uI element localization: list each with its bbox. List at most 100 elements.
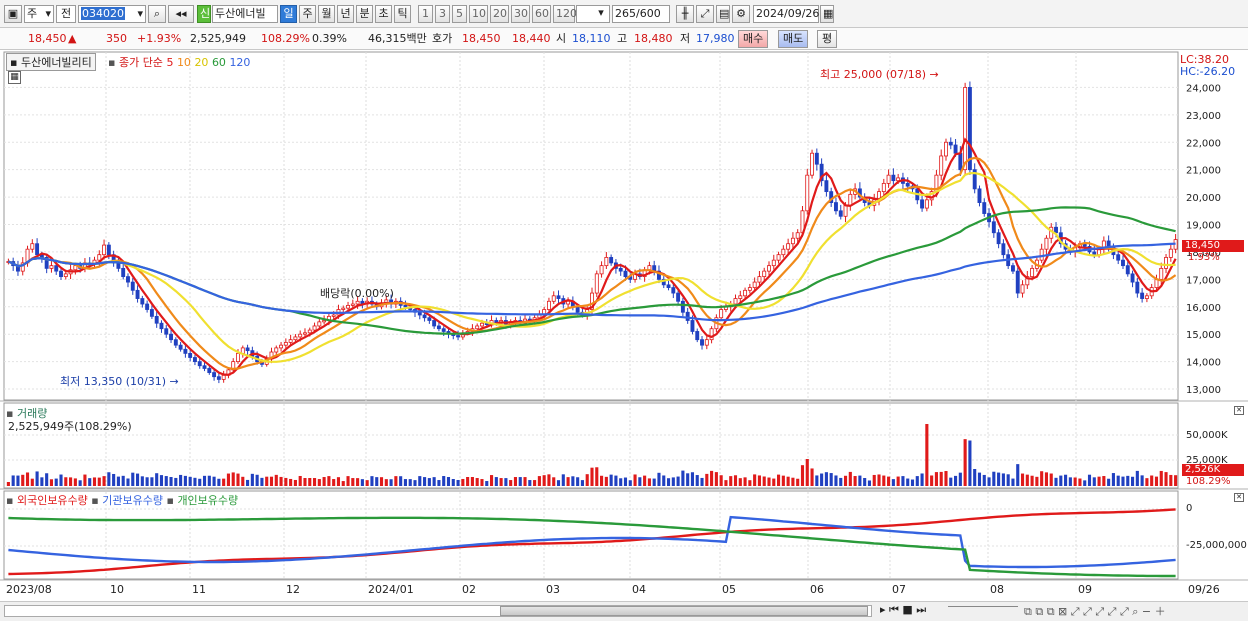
volume-bar xyxy=(241,476,245,486)
volume-bar xyxy=(169,477,173,486)
sell-button[interactable]: 매도 xyxy=(778,30,809,48)
code-input[interactable]: 034020 ▾ xyxy=(78,5,146,23)
zoom-slider[interactable] xyxy=(948,606,1018,609)
volume-bar xyxy=(1025,474,1029,486)
interval-button[interactable]: 3 xyxy=(435,5,450,23)
candle-body xyxy=(1159,267,1164,280)
interval-button[interactable]: 60 xyxy=(532,5,551,23)
volume-bar xyxy=(499,478,503,486)
period-button[interactable]: 주 xyxy=(299,5,316,23)
period-button[interactable]: 월 xyxy=(318,5,335,23)
candle-body xyxy=(891,174,896,182)
window-icon[interactable]: ▣ xyxy=(4,5,22,23)
candle-body xyxy=(322,320,327,323)
chart-area[interactable]: 24,000 23,000 22,000 21,000 20,000 19,000 18,0… xyxy=(0,50,1248,621)
save-icon[interactable]: ▤ xyxy=(716,5,730,23)
date-input[interactable]: 2024/09/26 xyxy=(753,5,819,23)
volume-bar xyxy=(1145,478,1149,486)
volume-bar xyxy=(250,473,254,486)
period-button[interactable]: 일 xyxy=(280,5,297,23)
table-icon[interactable]: ▦ xyxy=(8,71,21,84)
stock-name[interactable]: 두산에너빌 xyxy=(212,5,278,23)
volume-bar xyxy=(346,476,350,486)
candle-body xyxy=(695,331,700,341)
candle-body xyxy=(1130,273,1135,283)
volume-bar xyxy=(973,469,977,486)
candle-body xyxy=(1106,240,1111,247)
candle-body xyxy=(920,199,925,209)
volume-bar xyxy=(963,439,967,486)
candle-body xyxy=(623,270,628,278)
candle-body xyxy=(824,180,829,193)
turnover: 0.39% xyxy=(312,32,347,45)
price: 18,450 xyxy=(28,32,67,45)
close-icon[interactable]: ✕ xyxy=(1234,406,1244,415)
interval-button[interactable]: 120 xyxy=(553,5,577,23)
candle-body xyxy=(982,202,987,214)
candle-body xyxy=(738,295,743,299)
search-icon[interactable]: ⌕ xyxy=(148,5,166,23)
volume-bar xyxy=(700,477,704,486)
candle-body xyxy=(848,193,853,206)
close-icon[interactable]: ✕ xyxy=(1234,493,1244,502)
volume-bar xyxy=(954,475,958,486)
mode-select[interactable]: 전 xyxy=(56,5,76,23)
candle-body xyxy=(317,321,322,327)
volume-bar xyxy=(1131,476,1135,486)
gear-icon[interactable]: ⚙ xyxy=(732,5,750,23)
interval-button[interactable]: 5 xyxy=(452,5,467,23)
volume-bar xyxy=(116,476,120,486)
interval-button[interactable]: 10 xyxy=(469,5,488,23)
volume-bar xyxy=(365,480,369,486)
volume-bar xyxy=(379,477,384,486)
volume-bar xyxy=(628,480,632,486)
volume-bar xyxy=(303,478,307,486)
type-select[interactable]: 주 ▾ xyxy=(24,5,54,23)
period-button[interactable]: 틱 xyxy=(394,5,411,23)
toolbar: ▣ 주 ▾ 전 034020 ▾ ⌕ ◂◂ 신 두산에너빌 일주월년분초틱 1351… xyxy=(0,0,1248,28)
volume-bar xyxy=(710,470,714,486)
ma-title: 종가 단순 xyxy=(118,56,163,69)
price-tick-label: 23,000 xyxy=(1186,111,1221,122)
ma-legend[interactable]: ▪ 종가 단순 5 10 20 60 120 xyxy=(108,54,250,70)
draw-icon[interactable]: ⤢ xyxy=(696,5,714,23)
volume-value: 2,525,949주(108.29%) xyxy=(8,420,132,433)
interval-button[interactable]: 1 xyxy=(418,5,433,23)
playback-controls[interactable]: ▸ ⏮ ■ ⏭ xyxy=(880,603,926,617)
candle-body xyxy=(341,307,346,310)
candle-icon[interactable]: ╫ xyxy=(676,5,694,23)
period-button[interactable]: 초 xyxy=(375,5,392,23)
volume-current-tag: 2,526K xyxy=(1182,464,1244,476)
candle-body xyxy=(733,298,738,305)
candle-body xyxy=(1168,248,1173,258)
volume-bar xyxy=(1049,473,1053,486)
candle-body xyxy=(881,182,886,193)
volume-bar xyxy=(370,476,374,486)
candle-body xyxy=(838,210,843,217)
volume-bar xyxy=(695,475,699,486)
interval-button[interactable]: 30 xyxy=(511,5,530,23)
x-axis-label: 10 xyxy=(110,583,124,596)
volume-bar xyxy=(40,477,44,486)
count-input[interactable]: 265/600 xyxy=(612,5,670,23)
ma5-line xyxy=(7,137,1177,376)
eval-button[interactable]: 평 xyxy=(817,30,838,48)
stock-tag-label: 두산에너빌리티 xyxy=(20,56,92,69)
speaker-icon[interactable]: ◂◂ xyxy=(168,5,194,23)
chevron-down-icon[interactable]: ▾ xyxy=(594,5,608,23)
buy-button[interactable]: 매수 xyxy=(738,30,769,48)
volume-bar xyxy=(236,473,240,486)
tool-icons[interactable]: ⧉ ⧉ ⧉ ⊠ ⤢ ⤢ ⤢ ⤢ ⤢ ⌕ − ＋ xyxy=(1024,603,1166,619)
volume-bar xyxy=(977,472,982,486)
volume-bar xyxy=(509,480,513,486)
volume-bar xyxy=(88,478,92,486)
period-button[interactable]: 년 xyxy=(337,5,354,23)
scrollbar-thumb[interactable] xyxy=(500,606,868,616)
interval-button[interactable]: 20 xyxy=(490,5,509,23)
stock-tag[interactable]: ▪ 두산에너빌리티 xyxy=(6,53,96,71)
calendar-icon[interactable]: ▦ xyxy=(820,5,834,23)
price-tick-label: 17,000 xyxy=(1186,275,1221,286)
period-button[interactable]: 분 xyxy=(356,5,373,23)
volume-bar xyxy=(915,476,919,486)
candle-body xyxy=(556,295,561,299)
